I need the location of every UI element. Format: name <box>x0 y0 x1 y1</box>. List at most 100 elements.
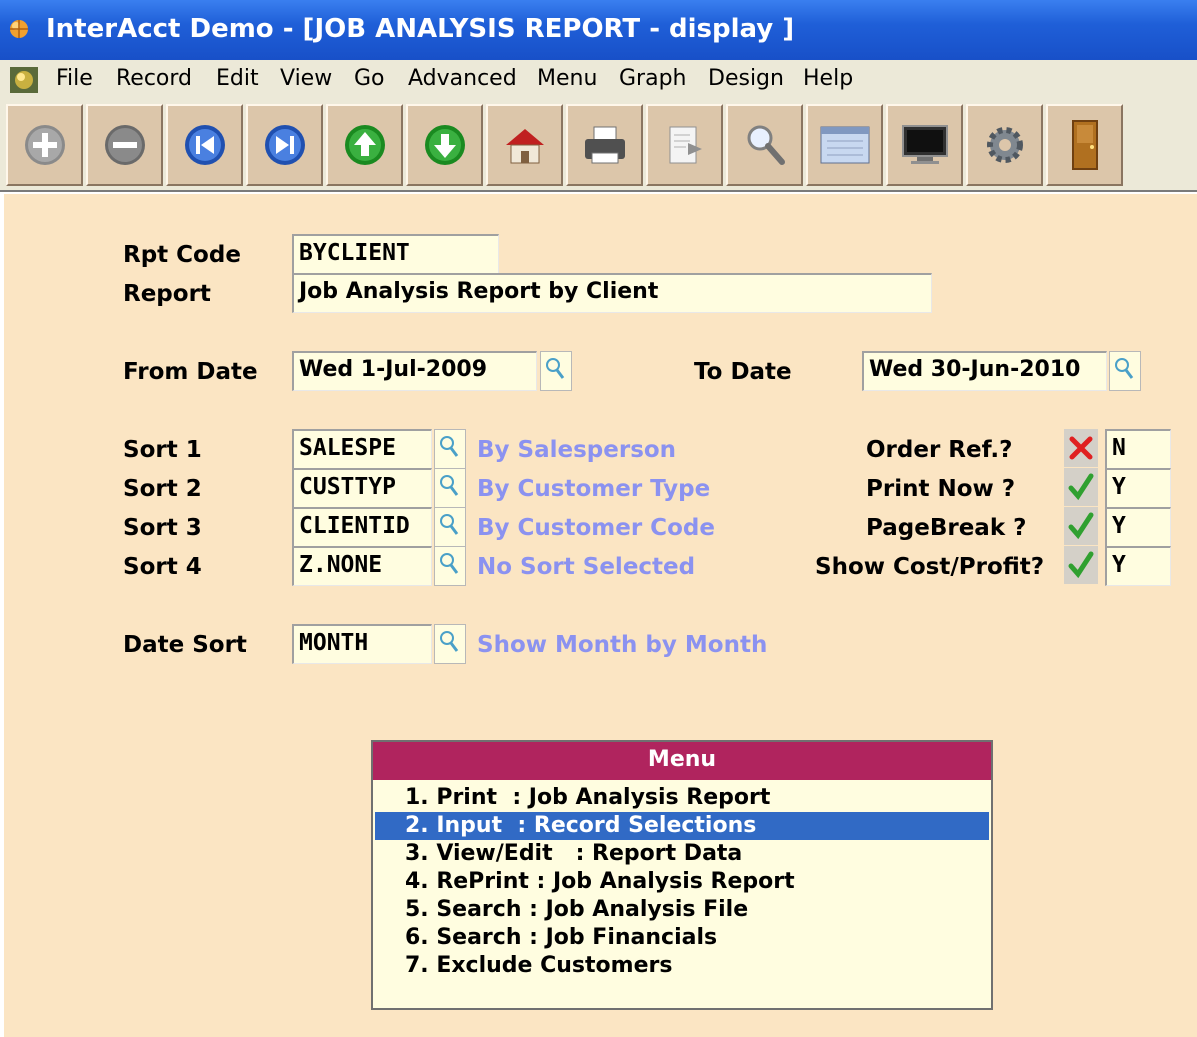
from-date-field[interactable]: Wed 1-Jul-2009 <box>292 351 537 391</box>
to-date-lookup-button[interactable] <box>1109 351 1141 391</box>
add-icon <box>24 125 65 165</box>
sort4-lookup-button[interactable] <box>434 546 466 586</box>
print-button[interactable] <box>566 104 643 186</box>
sort4-label: Sort 4 <box>123 554 202 580</box>
date-sort-lookup-button[interactable] <box>434 624 466 664</box>
menu-item-search-financials[interactable]: 6. Search : Job Financials <box>375 924 989 952</box>
magnifier-icon <box>1115 358 1134 379</box>
menu-item-reprint[interactable]: 4. RePrint : Job Analysis Report <box>375 868 989 896</box>
menu-list: 1. Print : Job Analysis Report 2. Input … <box>373 780 991 980</box>
check-icon <box>1068 551 1094 579</box>
title-bar[interactable]: InterAcct Demo - [JOB ANALYSIS REPORT - … <box>0 0 1197 60</box>
menu-help[interactable]: Help <box>803 66 853 91</box>
menu-bar: File Record Edit View Go Advanced Menu G… <box>0 60 1197 100</box>
to-date-label: To Date <box>694 359 792 385</box>
exit-button[interactable] <box>1046 104 1123 186</box>
magnifier-icon <box>440 475 459 496</box>
next-icon <box>424 125 465 165</box>
screen-button[interactable] <box>886 104 963 186</box>
menu-item-exclude-customers[interactable]: 7. Exclude Customers <box>375 952 989 980</box>
magnifier-icon <box>440 631 459 652</box>
page-break-toggle[interactable] <box>1064 507 1098 545</box>
remove-icon <box>104 125 145 165</box>
export-button[interactable] <box>646 104 723 186</box>
sort2-description: By Customer Type <box>477 476 711 502</box>
order-ref-toggle[interactable] <box>1064 429 1098 467</box>
app-icon <box>10 20 28 38</box>
page-break-label: PageBreak ? <box>866 515 1027 541</box>
date-sort-field[interactable]: MONTH <box>292 624 432 664</box>
print-now-field[interactable]: Y <box>1105 468 1171 508</box>
sort1-lookup-button[interactable] <box>434 429 466 469</box>
menu-item-print[interactable]: 1. Print : Job Analysis Report <box>375 784 989 812</box>
magnifier-icon <box>546 358 565 379</box>
add-button[interactable] <box>6 104 83 186</box>
menu-record[interactable]: Record <box>116 66 192 91</box>
search-button[interactable] <box>726 104 803 186</box>
sort1-label: Sort 1 <box>123 437 202 463</box>
print-now-toggle[interactable] <box>1064 468 1098 506</box>
sort3-field[interactable]: CLIENTID <box>292 507 432 547</box>
menu-item-search-file[interactable]: 5. Search : Job Analysis File <box>375 896 989 924</box>
home-icon <box>505 129 544 164</box>
magnifier-icon <box>440 514 459 535</box>
from-date-lookup-button[interactable] <box>540 351 572 391</box>
magnifier-icon <box>440 436 459 457</box>
sort3-label: Sort 3 <box>123 515 202 541</box>
show-cost-profit-toggle[interactable] <box>1064 546 1098 584</box>
settings-button[interactable] <box>966 104 1043 186</box>
first-record-icon <box>184 125 225 165</box>
sort1-description: By Salesperson <box>477 437 677 463</box>
show-cost-profit-field[interactable]: Y <box>1105 546 1171 586</box>
to-date-field[interactable]: Wed 30-Jun-2010 <box>862 351 1107 391</box>
sort4-field[interactable]: Z.NONE <box>292 546 432 586</box>
page-break-field[interactable]: Y <box>1105 507 1171 547</box>
first-record-button[interactable] <box>166 104 243 186</box>
date-sort-description: Show Month by Month <box>477 632 768 658</box>
sort2-lookup-button[interactable] <box>434 468 466 508</box>
sort1-field[interactable]: SALESPE <box>292 429 432 469</box>
menu-item-view-edit[interactable]: 3. View/Edit : Report Data <box>375 840 989 868</box>
print-now-label: Print Now ? <box>866 476 1016 502</box>
report-name-field[interactable]: Job Analysis Report by Client <box>292 273 932 313</box>
menu-title: Menu <box>373 742 991 780</box>
menu-design[interactable]: Design <box>708 66 784 91</box>
last-record-button[interactable] <box>246 104 323 186</box>
check-icon <box>1068 473 1094 501</box>
rpt-code-label: Rpt Code <box>123 242 241 268</box>
order-ref-field[interactable]: N <box>1105 429 1171 469</box>
next-button[interactable] <box>406 104 483 186</box>
menu-popup: Menu 1. Print : Job Analysis Report 2. I… <box>371 740 993 1010</box>
data-button[interactable] <box>806 104 883 186</box>
from-date-label: From Date <box>123 359 258 385</box>
home-button[interactable] <box>486 104 563 186</box>
menu-edit[interactable]: Edit <box>216 66 259 91</box>
previous-icon <box>344 125 385 165</box>
search-icon <box>747 125 785 165</box>
screen-icon <box>901 125 948 164</box>
settings-icon <box>986 127 1023 163</box>
sort2-field[interactable]: CUSTTYP <box>292 468 432 508</box>
show-cost-profit-label: Show Cost/Profit? <box>815 554 1045 580</box>
menu-file[interactable]: File <box>56 66 93 91</box>
sort3-description: By Customer Code <box>477 515 715 541</box>
magnifier-icon <box>440 553 459 574</box>
menu-graph[interactable]: Graph <box>619 66 686 91</box>
toolbar <box>0 100 1197 192</box>
sort4-description: No Sort Selected <box>477 554 696 580</box>
menu-menu[interactable]: Menu <box>537 66 597 91</box>
menu-item-input[interactable]: 2. Input : Record Selections <box>375 812 989 840</box>
window-title: InterAcct Demo - [JOB ANALYSIS REPORT - … <box>46 14 795 44</box>
rpt-code-field[interactable]: BYCLIENT <box>292 234 499 274</box>
menu-view[interactable]: View <box>280 66 332 91</box>
previous-button[interactable] <box>326 104 403 186</box>
export-icon <box>669 126 702 164</box>
menu-advanced[interactable]: Advanced <box>408 66 517 91</box>
document-icon[interactable] <box>9 66 39 94</box>
last-record-icon <box>264 125 305 165</box>
report-label: Report <box>123 281 211 307</box>
menu-go[interactable]: Go <box>354 66 385 91</box>
sort3-lookup-button[interactable] <box>434 507 466 547</box>
check-icon <box>1068 512 1094 540</box>
remove-button[interactable] <box>86 104 163 186</box>
